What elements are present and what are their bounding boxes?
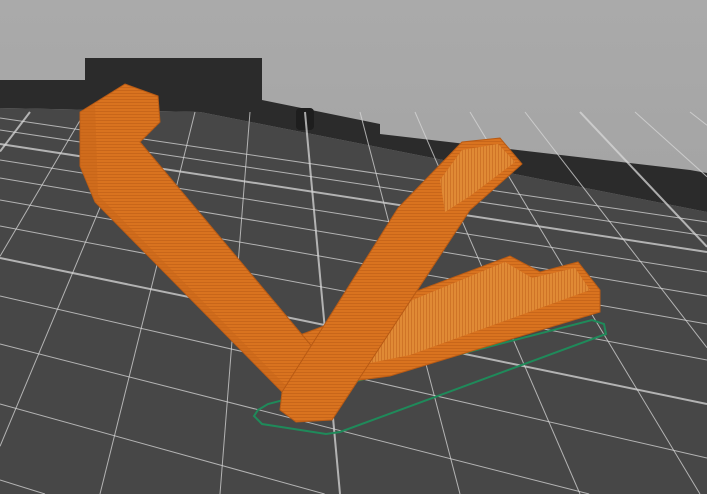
scene[interactable] [0, 0, 707, 494]
3d-viewport[interactable] [0, 0, 707, 494]
